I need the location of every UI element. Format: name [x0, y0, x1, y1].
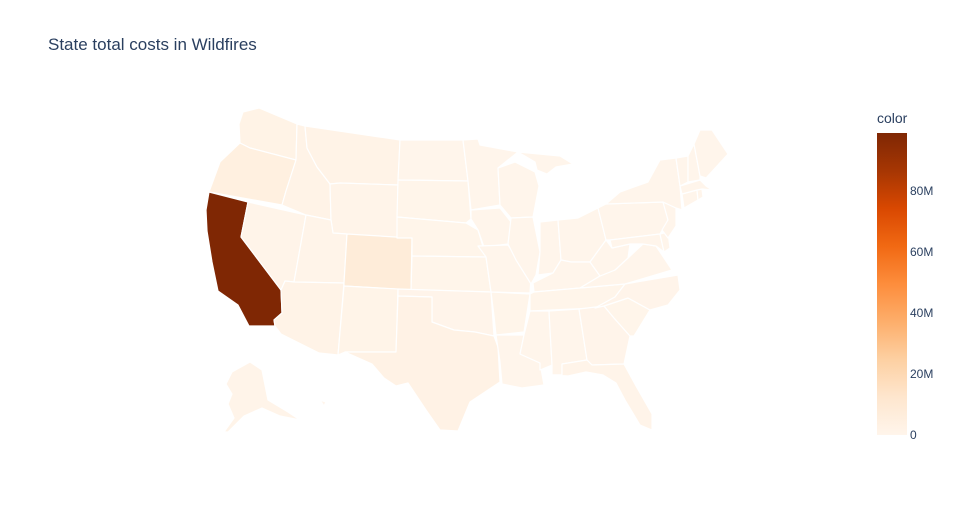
state-fl[interactable] — [551, 359, 653, 431]
state-az[interactable] — [273, 280, 345, 356]
state-ks[interactable] — [410, 255, 492, 293]
state-co[interactable] — [343, 233, 413, 291]
state-ak[interactable] — [223, 361, 301, 433]
colorbar — [877, 133, 907, 435]
colorbar-tick-label: 0 — [910, 428, 917, 442]
states-layer — [205, 107, 729, 433]
colorbar-title: color — [877, 110, 908, 126]
state-nd[interactable] — [397, 139, 469, 182]
state-ri[interactable] — [696, 188, 704, 201]
state-ar[interactable] — [490, 291, 531, 336]
state-hi[interactable] — [319, 399, 327, 407]
state-nm[interactable] — [337, 285, 399, 356]
us-map — [205, 107, 729, 433]
colorbar-tick-label: 40M — [910, 305, 934, 320]
state-wy[interactable] — [329, 182, 399, 239]
colorbar-tick-label: 60M — [910, 244, 934, 259]
state-ny[interactable] — [605, 157, 683, 211]
state-me[interactable] — [693, 129, 729, 179]
state-wi[interactable] — [497, 161, 540, 219]
colorbar-tick-label: 80M — [910, 183, 934, 198]
colorbar-tick-label: 20M — [910, 366, 934, 381]
choropleth-chart: State total costs in Wildfires color 0 2… — [0, 0, 954, 525]
state-sd[interactable] — [396, 179, 472, 224]
